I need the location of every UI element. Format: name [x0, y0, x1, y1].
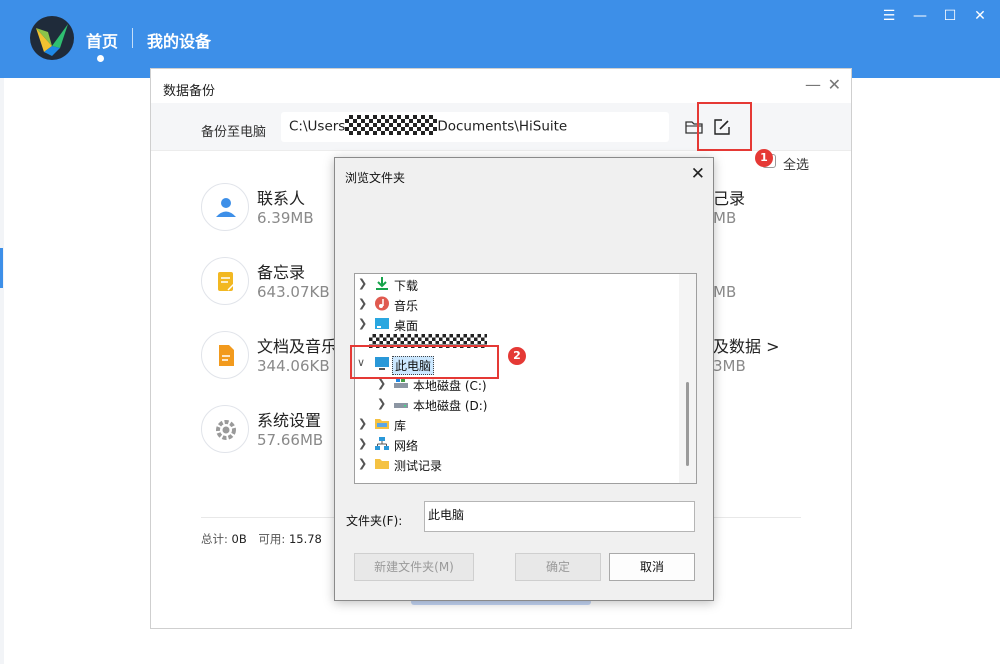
maximize-button[interactable]: ☐ — [938, 6, 962, 26]
highlight-box-edit — [697, 102, 752, 151]
tree-item-label: 本地磁盘 (C:) — [413, 379, 487, 393]
path-prefix: C:\Users — [289, 118, 346, 135]
category-name: 联系人 — [257, 189, 306, 208]
available-value: 15.78 — [288, 532, 322, 546]
music-icon — [375, 296, 389, 311]
right-category-name-partial: 己录 — [713, 189, 746, 208]
backup-dialog-title: 数据备份 — [163, 84, 216, 99]
network-icon — [375, 437, 389, 450]
tree-item-label: 测试记录 — [394, 459, 443, 473]
chevron-right-icon[interactable]: ❯ — [358, 417, 368, 430]
menu-icon[interactable]: ☰ — [877, 6, 901, 26]
category-size: 57.66MB — [257, 431, 324, 449]
tree-item-label: 本地磁盘 (D:) — [413, 399, 488, 413]
edge-marker — [0, 248, 3, 288]
browse-folder-dialog: 浏览文件夹 ✕ ❯ 下载 ❯ 音乐 ❯ 桌面 ∨ 此电脑 ❯ 本地磁盘 (C:) — [334, 157, 714, 601]
chevron-right-icon[interactable]: ❯ — [358, 297, 368, 310]
scrollbar-thumb[interactable] — [686, 382, 689, 466]
category-name: 文档及音乐 — [257, 337, 338, 356]
nav-divider — [132, 28, 133, 48]
browse-dialog-title: 浏览文件夹 — [345, 171, 406, 185]
tree-item-label: 库 — [394, 419, 407, 433]
chevron-right-icon[interactable]: ❯ — [358, 317, 368, 330]
folder-name-field[interactable]: 此电脑 — [424, 501, 695, 532]
ok-button[interactable]: 确定 — [515, 553, 601, 581]
tree-scrollbar[interactable] — [679, 274, 696, 483]
desktop-icon — [375, 318, 389, 329]
backup-to-label: 备份至电脑 — [201, 125, 267, 140]
tree-item-test-records[interactable]: ❯ 测试记录 — [355, 454, 680, 474]
tree-item-drive-d[interactable]: ❯ 本地磁盘 (D:) — [355, 394, 680, 414]
tree-item-music[interactable]: ❯ 音乐 — [355, 294, 680, 314]
select-all-label[interactable]: 全选 — [783, 154, 809, 173]
available-label: 可用: — [258, 532, 286, 546]
tree-item-desktop[interactable]: ❯ 桌面 — [355, 314, 680, 334]
folder-icon — [375, 459, 389, 469]
tree-item-downloads[interactable]: ❯ 下载 — [355, 274, 680, 294]
chevron-right-icon[interactable]: ❯ — [358, 457, 368, 470]
total-value: 0B — [231, 532, 247, 546]
redacted-username — [345, 115, 438, 135]
backup-close-button[interactable]: ✕ — [828, 75, 841, 94]
drive-icon — [394, 403, 408, 408]
minimize-button[interactable]: — — [908, 6, 932, 26]
browse-close-button[interactable]: ✕ — [691, 164, 705, 184]
backup-path-field[interactable]: C:\Users Documents\HiSuite — [281, 112, 669, 142]
right-category-name-partial[interactable]: 及数据 > — [713, 333, 780, 357]
right-category-size-partial: MB — [713, 209, 737, 227]
new-folder-button[interactable]: 新建文件夹(M) — [354, 553, 474, 581]
folder-field-label: 文件夹(F): — [346, 514, 403, 528]
highlight-box-this-pc — [350, 345, 499, 379]
category-name: 系统设置 — [257, 411, 322, 430]
backup-minimize-button[interactable]: — — [805, 75, 821, 94]
document-icon — [201, 331, 249, 379]
tree-item-label: 网络 — [394, 439, 419, 453]
right-category-size-partial: MB — [713, 283, 737, 301]
chevron-right-icon[interactable]: ❯ — [358, 277, 368, 290]
category-size: 6.39MB — [257, 209, 314, 227]
app-title-bar: 首页 我的设备 ☰ — ☐ ✕ — [0, 0, 1000, 78]
storage-summary: 总计: 0B 可用: 15.78 — [201, 531, 322, 547]
tree-item-label: 桌面 — [394, 319, 419, 333]
chevron-right-icon[interactable]: ❯ — [358, 437, 368, 450]
contact-icon — [201, 183, 249, 231]
right-category-size-partial: 3MB — [713, 357, 746, 375]
cancel-button[interactable]: 取消 — [609, 553, 695, 581]
gear-icon — [201, 405, 249, 453]
chevron-right-icon[interactable]: ❯ — [377, 397, 387, 410]
nav-home[interactable]: 首页 — [86, 28, 118, 52]
category-size: 643.07KB — [257, 283, 330, 301]
tree-item-label: 下载 — [394, 279, 419, 293]
left-edge-strip — [0, 78, 4, 664]
folder-icon — [375, 419, 389, 429]
category-name: 备忘录 — [257, 263, 306, 282]
total-label: 总计: — [201, 532, 228, 546]
close-button[interactable]: ✕ — [968, 6, 992, 26]
memo-icon — [201, 257, 249, 305]
nav-my-devices[interactable]: 我的设备 — [147, 28, 211, 52]
annotation-badge-2: 2 — [508, 347, 526, 365]
tree-item-network[interactable]: ❯ 网络 — [355, 434, 680, 454]
tree-item-label: 音乐 — [394, 299, 419, 313]
download-icon — [376, 277, 388, 290]
hisuite-logo[interactable] — [30, 16, 74, 60]
tree-item-library[interactable]: ❯ 库 — [355, 414, 680, 434]
category-size: 344.06KB — [257, 357, 330, 375]
nav-active-indicator — [97, 55, 104, 62]
path-suffix: Documents\HiSuite — [437, 118, 568, 135]
annotation-badge-1: 1 — [755, 149, 773, 167]
